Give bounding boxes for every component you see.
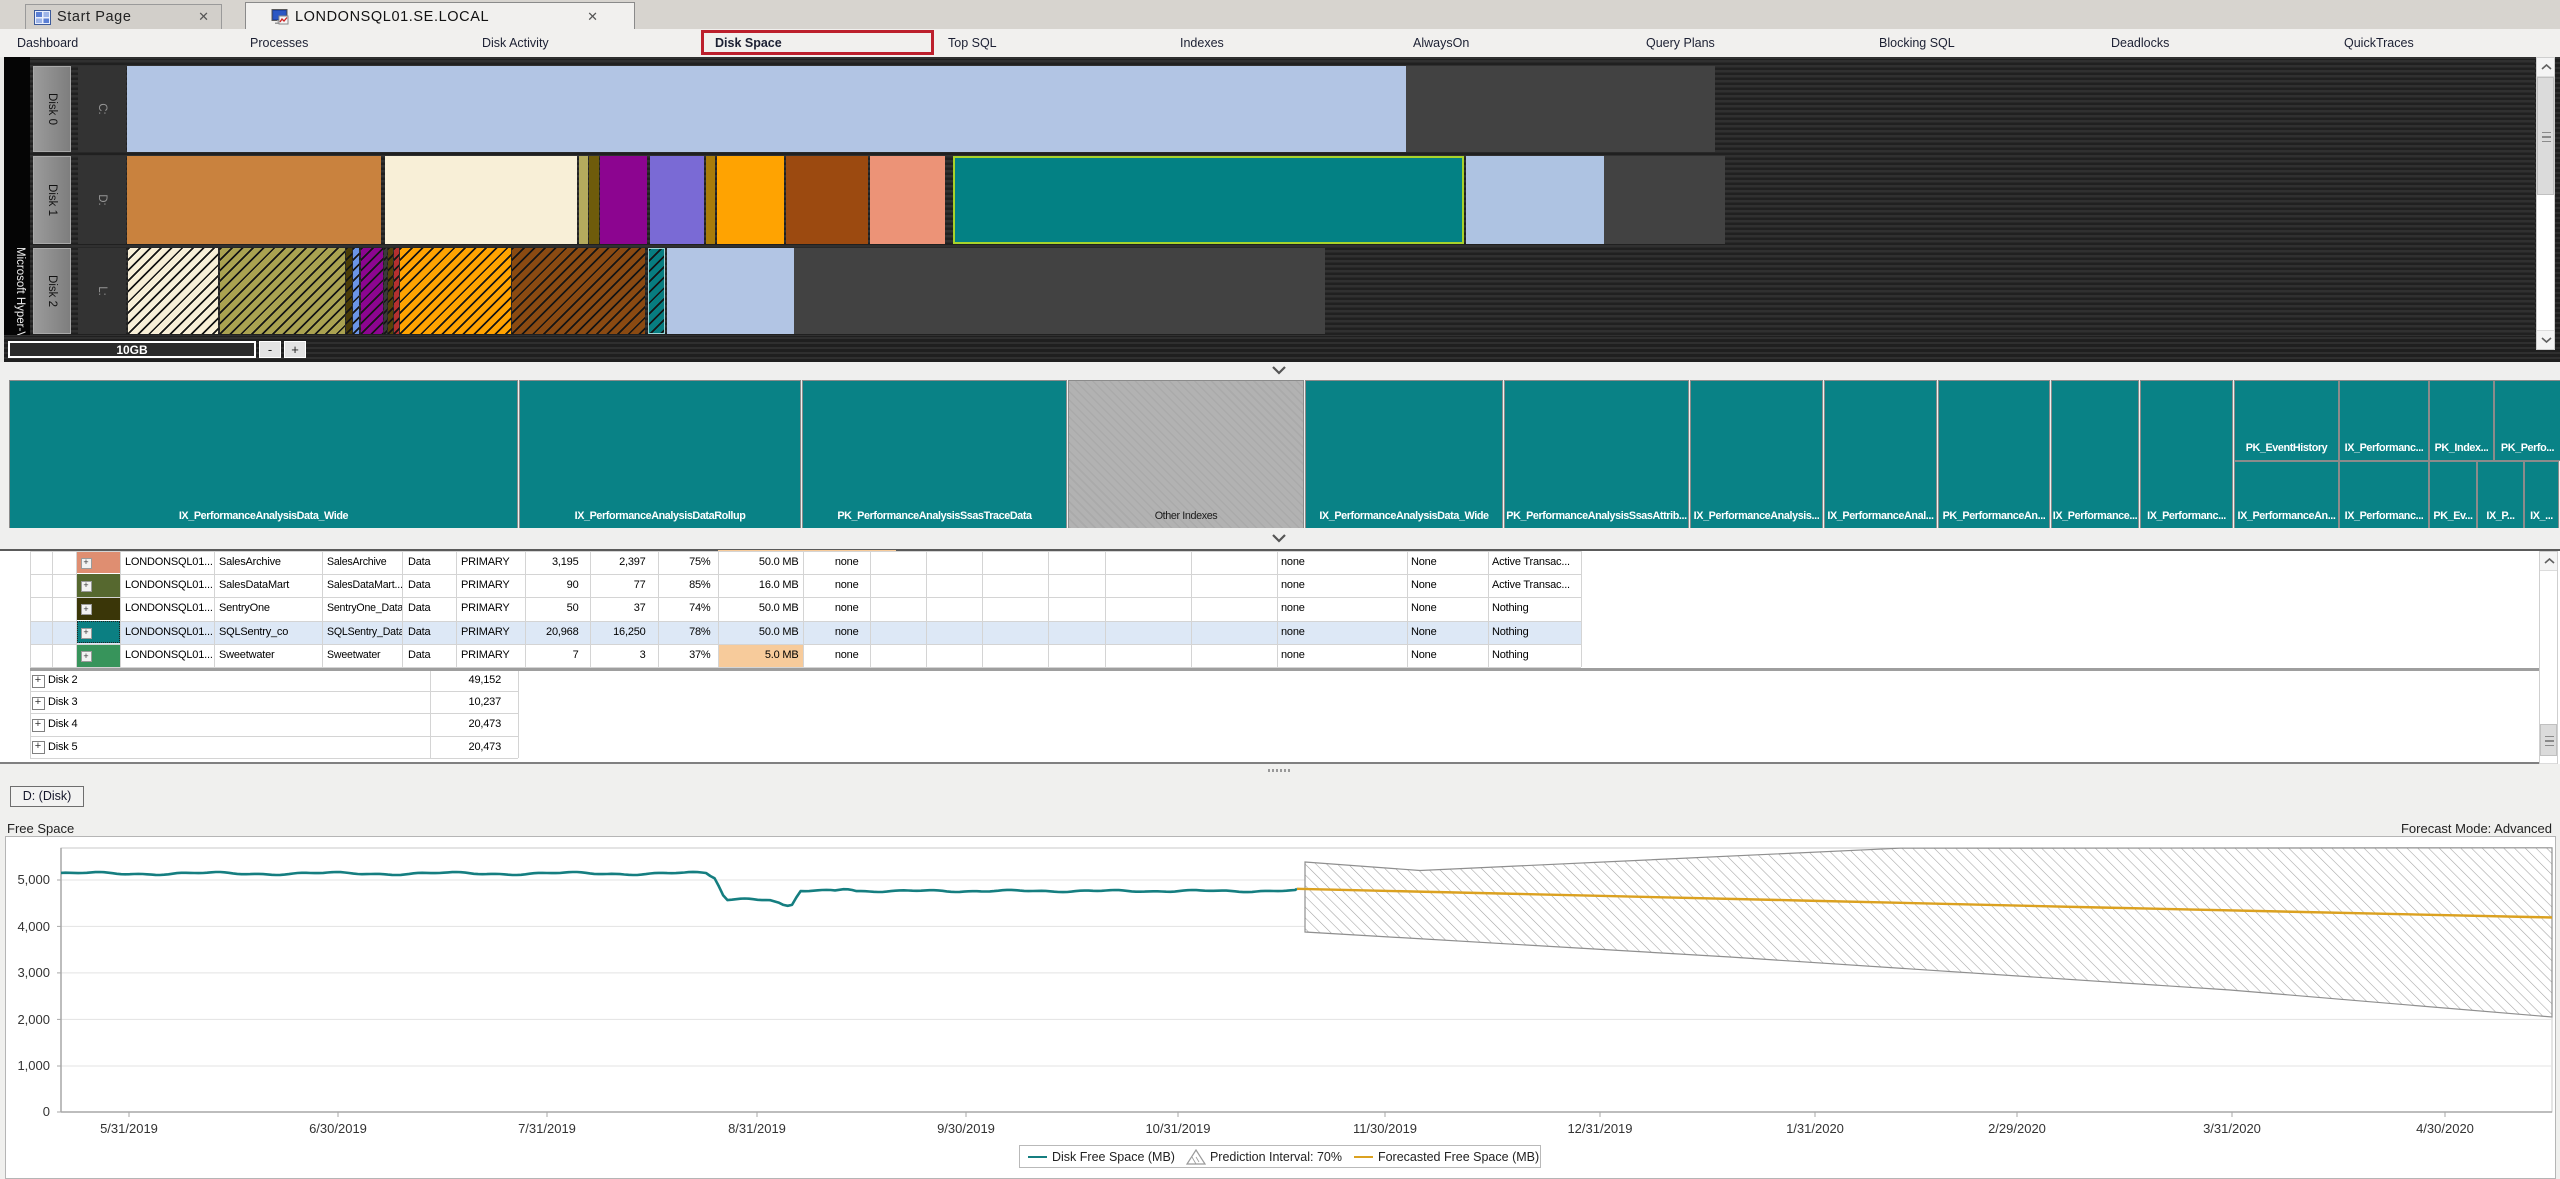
svg-text:5,000: 5,000 — [17, 872, 50, 887]
svg-text:2,000: 2,000 — [17, 1012, 50, 1027]
svg-text:12/31/2019: 12/31/2019 — [1567, 1121, 1632, 1136]
svg-text:2/29/2020: 2/29/2020 — [1988, 1121, 2046, 1136]
svg-text:5/31/2019: 5/31/2019 — [100, 1121, 158, 1136]
svg-text:4,000: 4,000 — [17, 919, 50, 934]
svg-text:0: 0 — [43, 1104, 50, 1119]
svg-text:8/31/2019: 8/31/2019 — [728, 1121, 786, 1136]
svg-text:6/30/2019: 6/30/2019 — [309, 1121, 367, 1136]
svg-text:10/31/2019: 10/31/2019 — [1145, 1121, 1210, 1136]
svg-text:11/30/2019: 11/30/2019 — [1353, 1121, 1417, 1136]
svg-text:1/31/2020: 1/31/2020 — [1786, 1121, 1844, 1136]
svg-text:9/30/2019: 9/30/2019 — [937, 1121, 995, 1136]
svg-text:3/31/2020: 3/31/2020 — [2203, 1121, 2261, 1136]
svg-text:7/31/2019: 7/31/2019 — [518, 1121, 576, 1136]
svg-text:3,000: 3,000 — [17, 965, 50, 980]
svg-text:1,000: 1,000 — [17, 1058, 50, 1073]
svg-text:4/30/2020: 4/30/2020 — [2416, 1121, 2474, 1136]
